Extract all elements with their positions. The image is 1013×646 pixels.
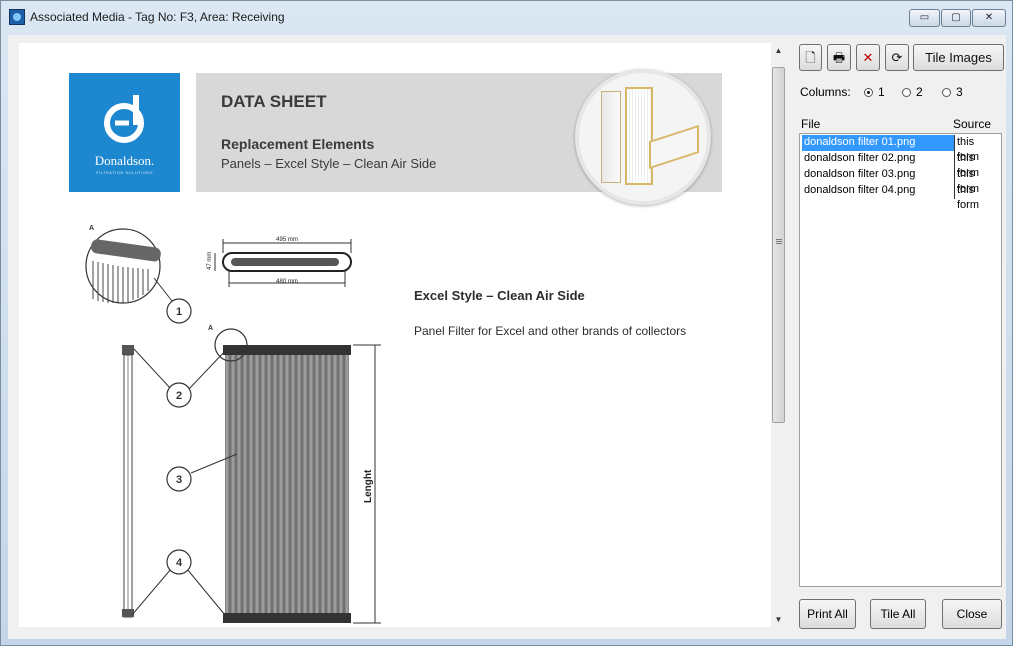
detail-label-a: A xyxy=(89,225,94,232)
column-header-file[interactable]: File xyxy=(801,117,820,131)
file-source: this form xyxy=(954,151,999,179)
callout-2: 2 xyxy=(176,390,182,402)
pleats xyxy=(226,355,348,615)
radio-icon xyxy=(902,88,911,97)
refresh-icon: ⟳ xyxy=(891,50,903,65)
column-header-source[interactable]: Source xyxy=(953,117,991,131)
refresh-button[interactable]: ⟳ xyxy=(885,44,909,71)
file-name: donaldson filter 01.png xyxy=(804,136,916,148)
columns-label: Columns: xyxy=(800,85,851,99)
detail-label-a-2: A xyxy=(208,325,213,332)
callout-3: 3 xyxy=(176,474,182,486)
file-name: donaldson filter 04.png xyxy=(804,184,916,196)
columns-radio-3[interactable]: 3 xyxy=(942,85,963,99)
columns-radio-2[interactable]: 2 xyxy=(902,85,923,99)
file-list[interactable]: donaldson filter 01.png this form donald… xyxy=(799,133,1002,587)
print-button[interactable]: 🖶 xyxy=(827,44,851,71)
image-viewer[interactable]: Donaldson. FILTRATION SOLUTIONS DATA SHE… xyxy=(19,43,771,627)
new-document-button[interactable]: 🗋 xyxy=(799,44,822,71)
file-source: this form xyxy=(954,167,999,195)
callout-1: 1 xyxy=(176,306,182,318)
minimize-button[interactable]: ▭ xyxy=(909,9,940,27)
radio-label: 3 xyxy=(956,85,963,99)
maximize-button[interactable]: ▢ xyxy=(941,9,971,27)
tile-images-button[interactable]: Tile Images xyxy=(913,44,1004,71)
radio-label: 1 xyxy=(878,85,885,99)
list-item[interactable]: donaldson filter 01.png this form xyxy=(802,135,999,163)
close-button[interactable]: Close xyxy=(942,599,1002,629)
delete-icon: ✕ xyxy=(862,50,874,65)
product-heading: Excel Style – Clean Air Side xyxy=(414,288,585,303)
scroll-thumb[interactable] xyxy=(772,67,785,423)
print-all-button[interactable]: Print All xyxy=(799,599,856,629)
radio-icon xyxy=(942,88,951,97)
viewer-scrollbar[interactable]: ▲ ▼ xyxy=(771,43,786,627)
close-window-button[interactable]: ✕ xyxy=(972,9,1006,27)
client-area: Donaldson. FILTRATION SOLUTIONS DATA SHE… xyxy=(8,35,1006,639)
delete-button[interactable]: ✕ xyxy=(856,44,880,71)
list-item[interactable]: donaldson filter 03.png this form xyxy=(802,167,999,195)
length-label: Lenght xyxy=(363,469,374,503)
list-item[interactable]: donaldson filter 04.png this form xyxy=(802,183,999,211)
radio-selected-icon xyxy=(864,88,873,97)
app-icon xyxy=(9,9,25,25)
product-description: Panel Filter for Excel and other brands … xyxy=(414,324,687,338)
associated-media-window: Associated Media - Tag No: F3, Area: Rec… xyxy=(0,0,1013,646)
scroll-up-arrow-icon[interactable]: ▲ xyxy=(771,43,786,58)
new-document-icon: 🗋 xyxy=(805,50,816,65)
file-source: this form xyxy=(954,135,999,163)
printer-icon: 🖶 xyxy=(832,50,846,65)
list-item[interactable]: donaldson filter 02.png this form xyxy=(802,151,999,179)
tile-all-button[interactable]: Tile All xyxy=(870,599,926,629)
title-bar[interactable]: Associated Media - Tag No: F3, Area: Rec… xyxy=(1,1,1012,35)
dim-height: 47 mm xyxy=(207,252,213,270)
radio-label: 2 xyxy=(916,85,923,99)
dim-width-bottom: 480 mm xyxy=(276,279,298,285)
file-name: donaldson filter 03.png xyxy=(804,168,916,180)
columns-radio-1[interactable]: 1 xyxy=(864,85,885,99)
dim-width-top: 495 mm xyxy=(276,237,298,243)
file-name: donaldson filter 02.png xyxy=(804,152,916,164)
callout-4: 4 xyxy=(176,557,183,569)
scroll-down-arrow-icon[interactable]: ▼ xyxy=(771,612,786,627)
window-title: Associated Media - Tag No: F3, Area: Rec… xyxy=(30,10,285,24)
grip-icon xyxy=(776,239,782,244)
file-source: this form xyxy=(954,183,999,211)
